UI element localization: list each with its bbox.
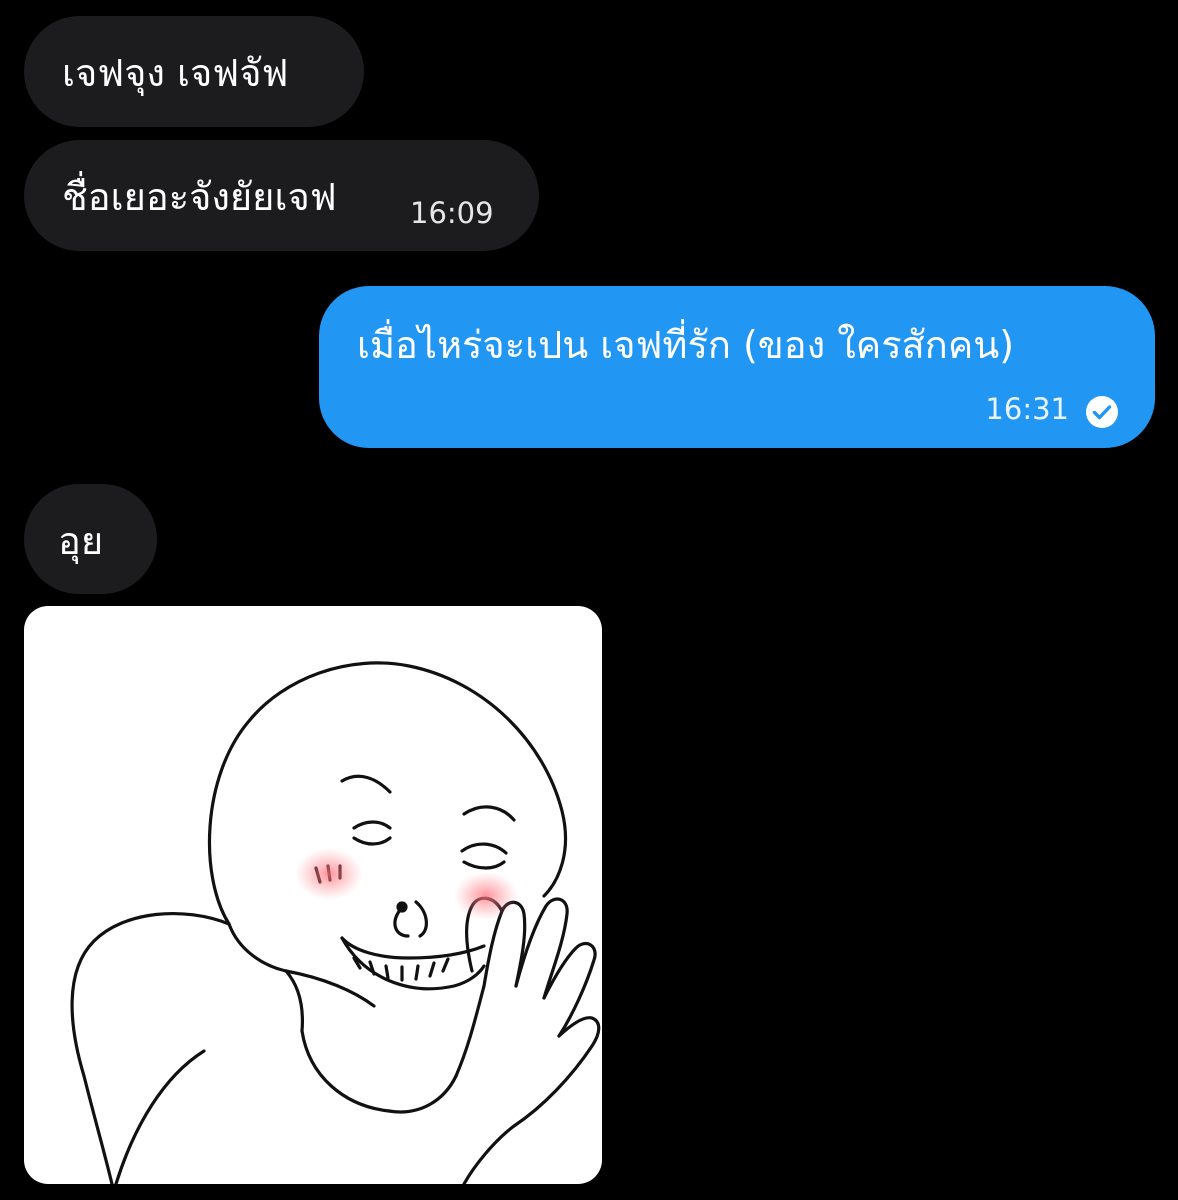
message-text: เมื่อไหร่จะเปน เจฟที่รัก (ของ ใครสักคน)	[357, 323, 1015, 367]
message-text: ชื่อเยอะจังยัยเจฟ	[62, 175, 337, 219]
incoming-message-bubble[interactable]: ชื่อเยอะจังยัยเจฟ 16:09	[24, 140, 539, 251]
laughing-face-sticker-icon	[70, 661, 601, 1184]
message-text: เจฟจุง เจฟจัฟ	[62, 51, 289, 95]
message-text: อุย	[58, 519, 104, 563]
message-timestamp: 16:31	[985, 392, 1069, 426]
outgoing-message-bubble[interactable]: เมื่อไหร่จะเปน เจฟที่รัก (ของ ใครสักคน) …	[319, 286, 1155, 448]
check-circle-icon	[1086, 396, 1118, 428]
incoming-message-bubble[interactable]: เจฟจุง เจฟจัฟ	[24, 16, 364, 127]
incoming-message-bubble[interactable]: อุย	[24, 484, 157, 594]
sticker-image[interactable]	[24, 606, 602, 1184]
message-timestamp: 16:09	[410, 196, 494, 230]
